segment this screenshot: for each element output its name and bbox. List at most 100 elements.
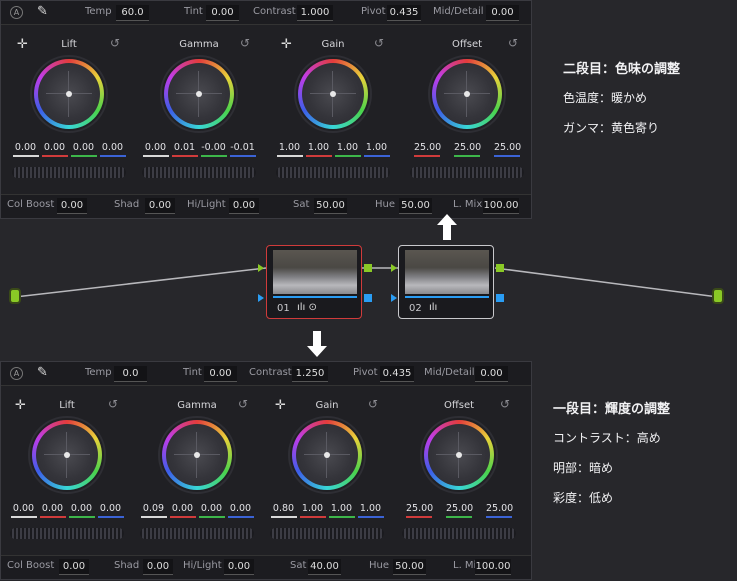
temp-field[interactable]: 60.0: [116, 5, 149, 21]
lift-master-jog-wheel-2[interactable]: [10, 528, 124, 539]
gain-wheel-handle[interactable]: [330, 91, 336, 97]
node-01-out-green[interactable]: [364, 264, 372, 272]
picker-icon[interactable]: ✎: [37, 4, 48, 19]
offset-wheel-handle-2[interactable]: [456, 452, 462, 458]
auto-balance-icon[interactable]: A: [10, 6, 23, 19]
offset-value-g-2[interactable]: 25.00: [446, 502, 473, 518]
lift-value-r-2[interactable]: 0.00: [39, 502, 66, 518]
node-01-in-blue[interactable]: [258, 294, 264, 302]
shad-field[interactable]: 0.00: [145, 198, 175, 214]
hue-field-2[interactable]: 50.00: [393, 559, 426, 575]
offset-master-jog-wheel-2[interactable]: [402, 528, 516, 539]
offset-color-wheel[interactable]: [432, 59, 502, 129]
gamma-value-g-2[interactable]: 0.00: [198, 502, 225, 518]
offset-value-b[interactable]: 25.00: [494, 141, 521, 157]
gain-value-r[interactable]: 1.00: [305, 141, 332, 157]
lift-value-w-2[interactable]: 0.00: [10, 502, 37, 518]
gamma-value-r[interactable]: 0.01: [171, 141, 198, 157]
lift-value-b[interactable]: 0.00: [99, 141, 126, 157]
offset-master-jog-wheel[interactable]: [410, 167, 524, 178]
gamma-reset-icon-2[interactable]: ↺: [238, 397, 248, 411]
gain-value-b-2[interactable]: 1.00: [357, 502, 384, 518]
lift-wheel-handle[interactable]: [66, 91, 72, 97]
node-02[interactable]: 02 ılı: [398, 245, 494, 319]
node-01-out-blue[interactable]: [364, 294, 372, 302]
lmix-field-2[interactable]: 100.00: [475, 559, 511, 575]
gamma-color-wheel-2[interactable]: [162, 420, 232, 490]
colboost-field-2[interactable]: 0.00: [59, 559, 89, 575]
gain-value-w[interactable]: 1.00: [276, 141, 303, 157]
gamma-value-b-2[interactable]: 0.00: [227, 502, 254, 518]
lift-reset-icon[interactable]: ↺: [110, 36, 120, 50]
offset-reset-icon[interactable]: ↺: [508, 36, 518, 50]
tint-field[interactable]: 0.00: [206, 5, 239, 21]
lift-wheel-handle-2[interactable]: [64, 452, 70, 458]
gain-reset-icon-2[interactable]: ↺: [368, 397, 378, 411]
gamma-master-jog-wheel-2[interactable]: [140, 528, 254, 539]
offset-color-wheel-2[interactable]: [424, 420, 494, 490]
lift-crosshair-icon-2[interactable]: ✛: [15, 398, 26, 413]
gain-value-g-2[interactable]: 1.00: [328, 502, 355, 518]
gamma-reset-icon[interactable]: ↺: [240, 36, 250, 50]
gamma-value-r-2[interactable]: 0.00: [169, 502, 196, 518]
contrast-field-2[interactable]: 1.250: [292, 366, 328, 382]
gamma-wheel-handle[interactable]: [196, 91, 202, 97]
gamma-master-jog-wheel[interactable]: [142, 167, 256, 178]
gain-color-wheel-2[interactable]: [292, 420, 362, 490]
node-02-in-green[interactable]: [391, 264, 397, 272]
hilight-field-2[interactable]: 0.00: [224, 559, 254, 575]
gamma-value-b[interactable]: -0.01: [229, 141, 256, 157]
lmix-field[interactable]: 100.00: [483, 198, 519, 214]
node-01[interactable]: 01 ılı ⊙: [266, 245, 362, 319]
lift-color-wheel-2[interactable]: [32, 420, 102, 490]
pivot-field-2[interactable]: 0.435: [380, 366, 414, 382]
contrast-field[interactable]: 1.000: [297, 5, 333, 21]
colboost-field[interactable]: 0.00: [57, 198, 87, 214]
middetail-field-2[interactable]: 0.00: [475, 366, 508, 382]
gain-master-jog-wheel-2[interactable]: [270, 528, 384, 539]
gain-color-wheel[interactable]: [298, 59, 368, 129]
lift-value-r[interactable]: 0.00: [41, 141, 68, 157]
gamma-value-g[interactable]: -0.00: [200, 141, 227, 157]
picker-icon-2[interactable]: ✎: [37, 365, 48, 380]
gain-wheel-handle-2[interactable]: [324, 452, 330, 458]
gamma-value-w-2[interactable]: 0.09: [140, 502, 167, 518]
lift-crosshair-icon[interactable]: ✛: [17, 37, 28, 52]
offset-wheel-handle[interactable]: [464, 91, 470, 97]
lift-color-wheel[interactable]: [34, 59, 104, 129]
lift-master-jog-wheel[interactable]: [12, 167, 126, 178]
gain-crosshair-icon[interactable]: ✛: [281, 37, 292, 52]
hue-field[interactable]: 50.00: [399, 198, 432, 214]
gamma-color-wheel[interactable]: [164, 59, 234, 129]
gain-value-r-2[interactable]: 1.00: [299, 502, 326, 518]
auto-balance-icon-2[interactable]: A: [10, 367, 23, 380]
offset-value-b-2[interactable]: 25.00: [486, 502, 513, 518]
middetail-field[interactable]: 0.00: [486, 5, 519, 21]
gain-reset-icon[interactable]: ↺: [374, 36, 384, 50]
gain-value-w-2[interactable]: 0.80: [270, 502, 297, 518]
node-02-out-green[interactable]: [496, 264, 504, 272]
lift-reset-icon-2[interactable]: ↺: [108, 397, 118, 411]
tint-field-2[interactable]: 0.00: [204, 366, 237, 382]
node-02-in-blue[interactable]: [391, 294, 397, 302]
sat-field[interactable]: 50.00: [314, 198, 347, 214]
gain-value-b[interactable]: 1.00: [363, 141, 390, 157]
node-01-in-green[interactable]: [258, 264, 264, 272]
offset-reset-icon-2[interactable]: ↺: [500, 397, 510, 411]
gamma-wheel-handle-2[interactable]: [194, 452, 200, 458]
gain-value-g[interactable]: 1.00: [334, 141, 361, 157]
lift-value-g[interactable]: 0.00: [70, 141, 97, 157]
sat-field-2[interactable]: 40.00: [308, 559, 341, 575]
gamma-value-w[interactable]: 0.00: [142, 141, 169, 157]
offset-value-r[interactable]: 25.00: [414, 141, 441, 157]
temp-field-2[interactable]: 0.0: [114, 366, 147, 382]
node-02-out-blue[interactable]: [496, 294, 504, 302]
gain-crosshair-icon-2[interactable]: ✛: [275, 398, 286, 413]
pivot-field[interactable]: 0.435: [387, 5, 421, 21]
lift-value-b-2[interactable]: 0.00: [97, 502, 124, 518]
lift-value-w[interactable]: 0.00: [12, 141, 39, 157]
input-node-port[interactable]: [9, 288, 21, 304]
offset-value-r-2[interactable]: 25.00: [406, 502, 433, 518]
hilight-field[interactable]: 0.00: [229, 198, 259, 214]
offset-value-g[interactable]: 25.00: [454, 141, 481, 157]
